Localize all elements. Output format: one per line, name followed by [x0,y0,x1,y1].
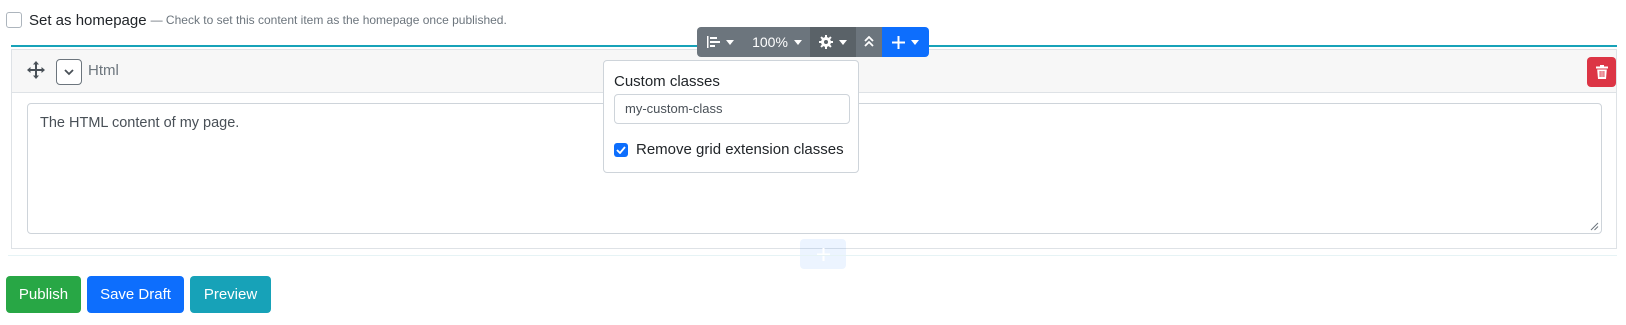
trash-icon [1595,65,1608,79]
settings-dropdown-button[interactable] [810,27,856,57]
remove-grid-checkbox[interactable] [614,142,628,157]
align-left-icon [707,36,720,48]
caret-down-icon [726,39,734,45]
zoom-value: 100% [752,34,788,50]
collapse-button[interactable] [56,59,82,85]
remove-grid-label[interactable]: Remove grid extension classes [636,141,844,158]
delete-button[interactable] [1587,57,1616,87]
homepage-row: Set as homepage — Check to set this cont… [6,9,507,31]
save-draft-button[interactable]: Save Draft [87,276,184,313]
chevron-down-icon [64,68,74,75]
widget-title: Html [88,62,119,79]
move-icon[interactable] [27,61,45,79]
section-divider [8,255,1617,256]
plus-icon [892,35,905,49]
add-dropdown-button[interactable] [882,27,929,57]
double-chevron-up-icon [864,36,874,47]
resize-grip-icon[interactable] [1590,222,1599,231]
caret-down-icon [839,39,847,45]
settings-popover: Custom classes my-custom-class Remove gr… [603,60,859,173]
homepage-label[interactable]: Set as homepage [29,12,147,29]
caret-down-icon [793,39,802,45]
preview-button[interactable]: Preview [190,276,271,313]
zoom-dropdown-button[interactable]: 100% [744,27,810,57]
checkmark-icon [616,145,626,154]
html-content-text: The HTML content of my page. [40,115,240,131]
align-dropdown-button[interactable] [697,27,744,57]
collapse-all-button[interactable] [856,27,882,57]
remove-grid-row: Remove grid extension classes [614,141,844,158]
homepage-checkbox[interactable] [6,12,22,28]
plus-icon [816,247,830,261]
gear-icon [819,35,833,49]
homepage-hint: — Check to set this content item as the … [150,13,507,27]
caret-down-icon [911,39,919,45]
publish-button[interactable]: Publish [6,276,81,313]
custom-classes-input[interactable]: my-custom-class [614,94,850,124]
custom-classes-label: Custom classes [614,73,720,90]
add-widget-button[interactable] [800,239,846,269]
